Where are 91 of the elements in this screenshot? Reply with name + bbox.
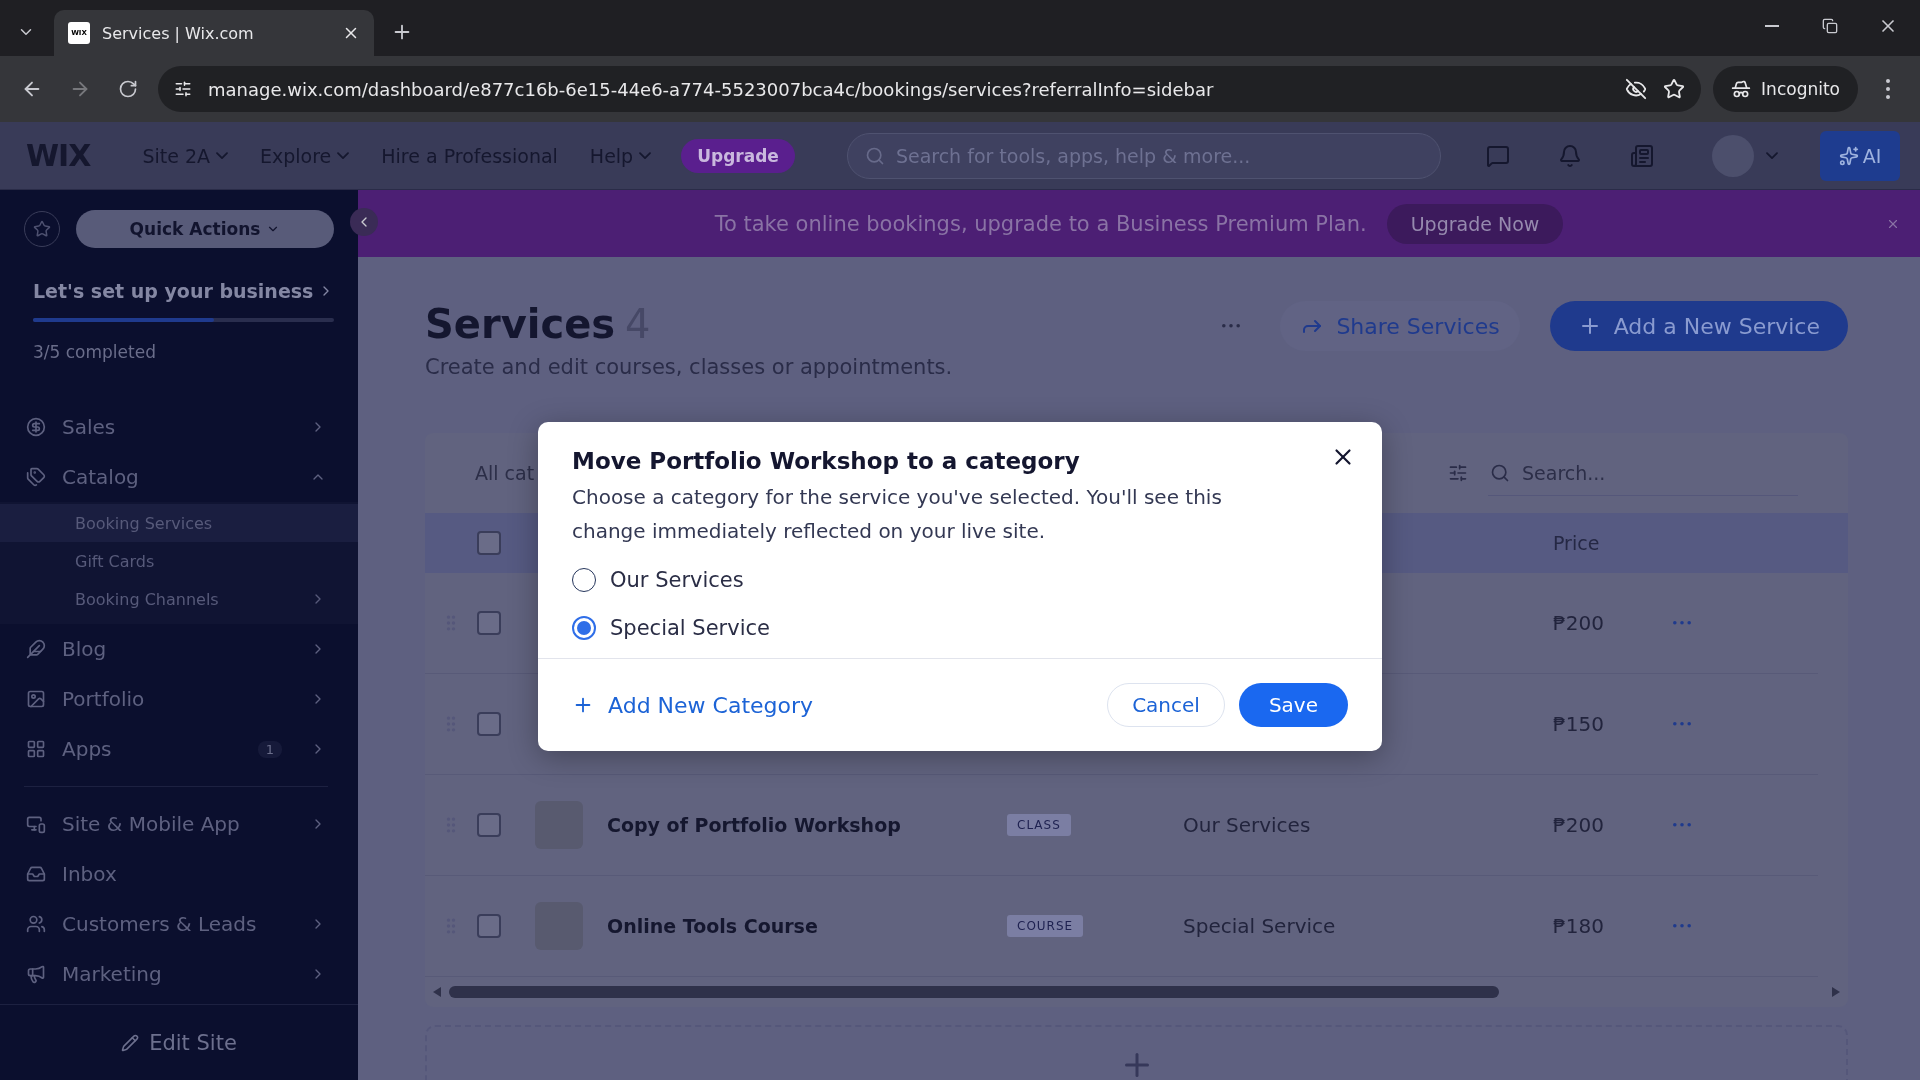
setup-link[interactable]: Let's set up your business [0,280,358,302]
radio-button[interactable] [572,616,596,640]
menu-icon [1886,79,1890,99]
service-name[interactable]: Online Tools Course [607,915,1007,937]
feather-icon [26,639,46,659]
more-icon[interactable] [1673,621,1691,625]
megaphone-icon [26,964,46,984]
more-icon[interactable] [1673,722,1691,726]
scroll-right-icon[interactable] [1832,987,1840,997]
tags-icon [26,467,46,487]
people-icon [26,914,46,934]
scrollbar-thumb[interactable] [449,986,1499,998]
chevron-down-icon [639,151,652,160]
address-bar[interactable]: manage.wix.com/dashboard/e877c16b-6e15-44e6-a774-5523007bca4c/bookings/services?referralInfo=sidebar [158,66,1702,112]
bell-icon [1558,143,1582,168]
caret-icon[interactable] [1766,151,1778,160]
sidebar-item[interactable]: Site & Mobile App [0,799,358,849]
search-icon [1490,463,1510,483]
page-subtitle: Create and edit courses, classes or appointments. [425,355,954,379]
type-tag: CLASS [1007,814,1071,836]
chevron-down-icon [216,151,228,160]
price-cell-text: ₱200 [1553,813,1605,837]
edit-site-button[interactable]: Edit Site [0,1004,358,1080]
more-icon[interactable] [1673,823,1691,827]
incognito-icon [1731,79,1752,99]
price-cell-text: ₱180 [1553,914,1605,938]
filter-icon[interactable] [1448,463,1468,483]
radio-option[interactable]: Special Service [572,616,770,640]
star-icon [33,220,51,238]
scroll-left-icon[interactable] [433,987,441,997]
row-checkbox[interactable] [477,611,501,635]
reload-icon [118,79,138,99]
more-icon [1222,324,1241,328]
minimize-icon [1765,25,1779,27]
incognito-button[interactable]: Incognito [1713,66,1858,112]
sidebar-item[interactable]: Marketing [0,949,358,999]
column-header: Price [1553,532,1601,554]
sidebar-item[interactable]: Sales [0,402,358,452]
category-cell-text: Our Services [1183,813,1312,837]
select-all-checkbox[interactable] [477,531,501,555]
radio-option[interactable]: Our Services [572,568,744,592]
type-tag: COURSE [1007,915,1084,937]
row-checkbox[interactable] [477,813,501,837]
url-text: manage.wix.com/dashboard/e877c16b-6e15-44e6-a774-5523007bca4c/bookings/services?referralInfo=sidebar [208,78,1215,100]
row-checkbox[interactable] [477,914,501,938]
add-category-link[interactable]: Add New Category [572,692,814,718]
grid-icon [26,739,46,759]
sidebar-item[interactable]: Apps 1 [0,724,358,774]
sidebar-subitem[interactable]: Booking Services [0,504,358,542]
price-cell-text: ₱200 [1553,611,1605,635]
chevron-down-icon [337,151,350,160]
share-services-button[interactable]: Share Services [1280,301,1520,351]
sidebar-subitem[interactable]: Booking Channels [0,580,358,618]
sidebar-item[interactable]: Inbox [0,849,358,899]
save-button[interactable]: Save [1238,683,1348,727]
dialog-title: Move Portfolio Workshop to a category [572,448,1080,474]
pencil-icon [121,1033,140,1052]
sparkles-icon [1838,145,1859,166]
sidebar-subitem[interactable]: Gift Cards [0,542,358,580]
ai-button[interactable]: AI [1820,130,1900,181]
add-service-button[interactable]: Add a New Service [1549,301,1848,351]
restore-icon [1822,18,1838,34]
sidebar-item[interactable]: Blog [0,624,358,674]
dialog-text: Choose a category for the service you've selected. You'll see this change immediately reflected on your live site. [572,484,1223,545]
sidebar-item[interactable]: Catalog [0,452,358,502]
category-cell-text: Special Service [1183,914,1337,938]
news-icon [1630,143,1654,168]
tab-title: Services | Wix.com [102,23,255,43]
progress-text: 3/5 completed [32,342,157,362]
image-icon [26,689,46,709]
coin-icon [26,417,46,437]
banner-text: To take online bookings, upgrade to a Business Premium Plan. [714,211,1367,236]
price-cell-text: ₱150 [1553,712,1605,736]
site-settings-icon[interactable] [174,80,192,98]
monitor-phone-icon [26,814,46,834]
collapse-sidebar-button[interactable] [350,208,378,236]
service-name[interactable]: Copy of Portfolio Workshop [607,814,1007,836]
quick-actions-button[interactable]: Quick Actions [76,210,334,248]
upgrade-now-button[interactable]: Upgrade Now [1386,203,1564,244]
upgrade-button[interactable]: Upgrade [681,138,795,173]
chat-icon [1486,143,1510,168]
count-badge: 1 [257,740,282,758]
row-checkbox[interactable] [477,712,501,736]
search-icon [864,145,885,166]
sidebar-item[interactable]: Portfolio [0,674,358,724]
eye-off-icon[interactable] [1625,78,1648,100]
star-icon[interactable] [1663,78,1686,100]
more-icon[interactable] [1673,924,1691,928]
sidebar-item[interactable]: Customers & Leads [0,899,358,949]
inbox-icon [26,864,46,884]
search-field[interactable]: Search... [1488,450,1798,496]
